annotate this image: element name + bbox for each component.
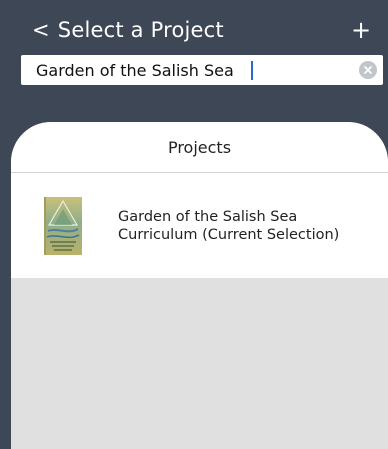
section-title: Projects (167, 138, 232, 157)
projects-panel: Projects Garden of the Salish Sea Curric… (11, 122, 388, 278)
close-icon (364, 66, 372, 74)
back-button[interactable]: < Select a Project (32, 14, 224, 46)
book-cover-thumbnail-icon (44, 197, 82, 255)
header-bar: < Select a Project + (0, 0, 388, 125)
clear-search-button[interactable] (359, 61, 377, 79)
project-title: Garden of the Salish Sea Curriculum (Cur… (118, 208, 339, 244)
list-item[interactable]: Garden of the Salish Sea Curriculum (Cur… (11, 173, 388, 278)
page-title: Select a Project (57, 18, 224, 42)
projects-sheet: Projects Garden of the Salish Sea Curric… (11, 122, 388, 449)
add-project-button[interactable]: + (350, 14, 372, 46)
text-caret (251, 61, 253, 80)
search-field[interactable] (21, 55, 383, 85)
project-title-line1: Garden of the Salish Sea (118, 209, 298, 225)
chevron-left-icon[interactable]: < (32, 18, 50, 42)
search-input[interactable] (21, 55, 383, 85)
project-title-line2: Curriculum (Current Selection) (118, 227, 340, 243)
